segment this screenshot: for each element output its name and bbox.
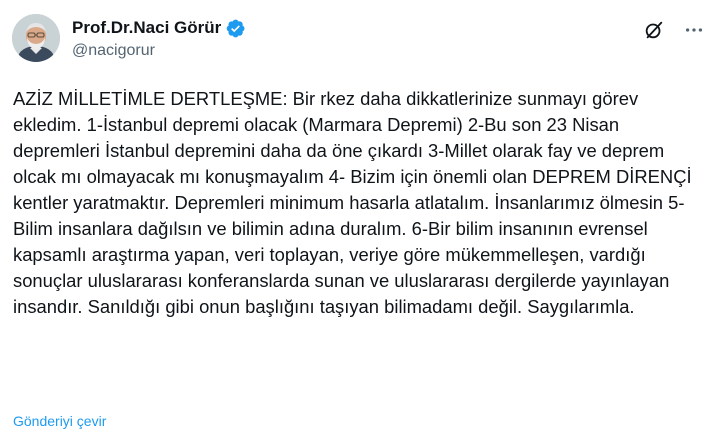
tweet-text: AZİZ MİLLETİMLE DERTLEŞME: Bir rkez daha… bbox=[13, 88, 697, 317]
grok-icon[interactable] bbox=[642, 18, 666, 42]
avatar[interactable] bbox=[12, 14, 60, 62]
translate-post-link[interactable]: Gönderiyi çevir bbox=[13, 413, 106, 429]
tweet-card: Prof.Dr.Naci Görür @nacigorur AZİZ MİLLE… bbox=[0, 0, 720, 448]
handle[interactable]: @nacigorur bbox=[72, 42, 246, 60]
user-block: Prof.Dr.Naci Görür @nacigorur bbox=[72, 16, 246, 60]
display-name[interactable]: Prof.Dr.Naci Görür bbox=[72, 18, 221, 38]
top-actions bbox=[642, 18, 706, 42]
verified-badge-icon bbox=[225, 18, 246, 39]
avatar-image bbox=[12, 14, 60, 62]
name-row: Prof.Dr.Naci Görür bbox=[72, 16, 246, 40]
more-options-icon[interactable] bbox=[682, 18, 706, 42]
